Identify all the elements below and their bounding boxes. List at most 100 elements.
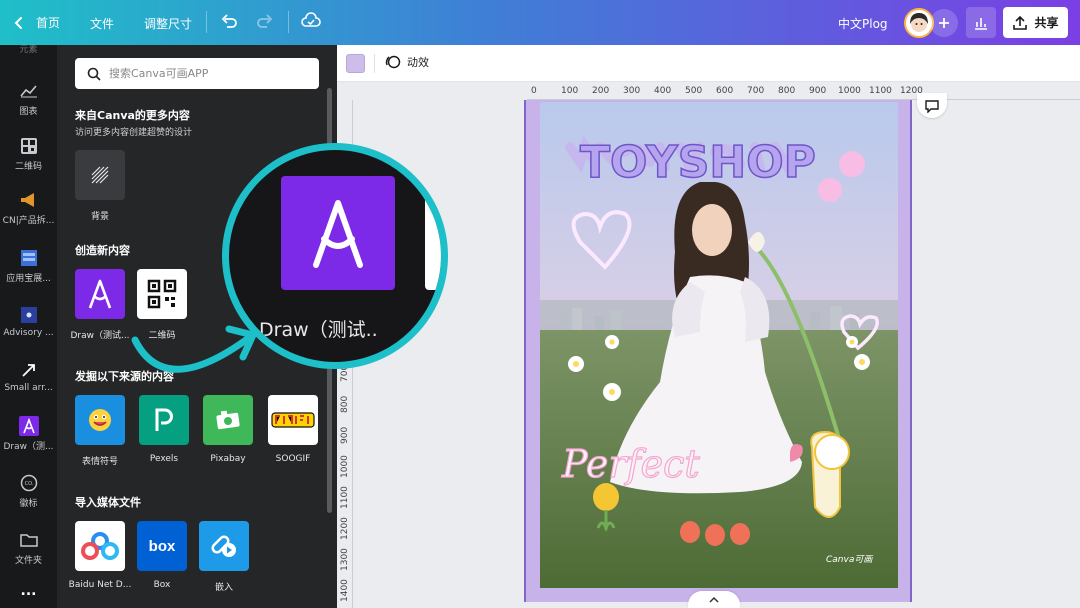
section-title-create: 创造新内容 xyxy=(75,244,130,257)
ruler-tick: 1100 xyxy=(340,486,350,509)
resize-button[interactable]: 调整尺寸 xyxy=(144,15,192,32)
embed-app-label: 嵌入 xyxy=(214,583,233,593)
rail-item-charts[interactable]: 图表 xyxy=(0,81,57,117)
app-icon xyxy=(19,248,39,268)
cloud-check-icon xyxy=(301,12,321,27)
rail-item-label: 文件夹 xyxy=(14,556,42,566)
upload-icon xyxy=(1013,15,1028,30)
soogif-icon xyxy=(271,412,315,428)
ruler-tick: 200 xyxy=(592,86,610,96)
rail-item-folders[interactable]: 文件夹 xyxy=(0,530,57,566)
rail-item-label: 徽标 xyxy=(19,499,38,509)
rail-item-elements-partial[interactable]: 元素 xyxy=(0,42,57,55)
more-apps-label: ... xyxy=(20,583,37,599)
rail-item-advisory[interactable]: Advisory ... xyxy=(0,305,57,338)
baidu-app-tile[interactable] xyxy=(75,521,125,571)
hatch-icon xyxy=(91,166,109,184)
ruler-tick: 1300 xyxy=(340,548,350,571)
side-rail: 元素 图表 二维码 CN|产品拆... 应用宝展... Advisory ...… xyxy=(0,45,57,608)
rail-item-qrcode[interactable]: 二维码 xyxy=(0,136,57,172)
pexels-app-tile[interactable] xyxy=(139,395,189,445)
draw-icon xyxy=(18,416,39,436)
search-input[interactable] xyxy=(109,67,309,80)
animate-icon xyxy=(385,55,401,69)
undo-button[interactable] xyxy=(220,12,238,34)
baidu-cloud-icon xyxy=(81,532,119,560)
avatar-face-icon xyxy=(910,13,928,32)
background-tile[interactable] xyxy=(75,150,125,200)
pexels-icon xyxy=(155,408,173,431)
soogif-app-tile[interactable] xyxy=(268,395,318,445)
page-expand-handle[interactable] xyxy=(688,591,740,608)
box-app-tile[interactable]: box xyxy=(137,521,187,571)
draw-app-tile[interactable] xyxy=(75,269,125,319)
cloud-sync-button[interactable] xyxy=(301,12,321,34)
share-button[interactable]: 共享 xyxy=(1003,7,1068,38)
ruler-tick: 0 xyxy=(531,86,537,96)
arrow-icon xyxy=(19,360,39,380)
section-title-more: 来自Canva的更多内容 xyxy=(75,109,190,122)
ruler-tick: 800 xyxy=(778,86,796,96)
svg-text:CO.: CO. xyxy=(24,481,33,487)
watermark-text: Canva可画 xyxy=(826,555,873,565)
section-title-import: 导入媒体文件 xyxy=(75,496,141,509)
pixabay-icon xyxy=(216,410,240,430)
rail-item-label: Draw（测... xyxy=(3,442,54,452)
file-menu-button[interactable]: 文件 xyxy=(90,15,114,32)
pixabay-app-tile[interactable] xyxy=(203,395,253,445)
rail-item-small-arrows[interactable]: Small arr... xyxy=(0,360,57,393)
home-button[interactable]: 首页 xyxy=(14,14,60,31)
baidu-app-label: Baidu Net D... xyxy=(68,580,132,590)
divider xyxy=(206,11,207,33)
rail-item-logos[interactable]: CO. 徽标 xyxy=(0,473,57,509)
rail-item-cn-product[interactable]: CN|产品拆... xyxy=(0,190,57,226)
section-subtitle-more: 访问更多内容创建超赞的设计 xyxy=(75,128,193,138)
rail-item-app-showcase[interactable]: 应用宝展... xyxy=(0,248,57,284)
more-apps-button[interactable]: ... xyxy=(0,583,57,599)
redo-button[interactable] xyxy=(256,12,274,34)
insights-button[interactable] xyxy=(966,7,996,38)
ruler-tick: 500 xyxy=(685,86,703,96)
qrcode-app-tile[interactable] xyxy=(137,269,187,319)
add-collaborator-button[interactable] xyxy=(930,9,958,37)
ruler-tick: 400 xyxy=(654,86,672,96)
draw-icon xyxy=(88,279,112,309)
chevron-left-icon xyxy=(14,16,22,29)
ruler-tick: 900 xyxy=(340,426,350,444)
emoji-app-tile[interactable] xyxy=(75,395,125,445)
pexels-app-label: Pexels xyxy=(149,454,179,464)
redo-icon xyxy=(257,14,273,28)
rail-item-label: 二维码 xyxy=(14,162,42,172)
ruler-tick: 1000 xyxy=(340,455,350,478)
ruler-tick: 1000 xyxy=(838,86,861,96)
magnifier-callout: Draw（测试.. xyxy=(222,143,448,369)
ruler-tick: 1100 xyxy=(869,86,892,96)
home-label: 首页 xyxy=(36,16,61,30)
advisory-icon xyxy=(19,305,39,325)
draw-icon xyxy=(313,200,363,268)
search-box[interactable] xyxy=(75,58,319,89)
comment-button[interactable] xyxy=(917,93,947,118)
rail-item-label: 图表 xyxy=(19,107,38,117)
undo-icon xyxy=(221,14,237,28)
animate-button[interactable]: 动效 xyxy=(385,54,429,70)
ruler-tick: 100 xyxy=(561,86,579,96)
document-title[interactable]: 中文Plog xyxy=(838,15,888,32)
callout-arrow xyxy=(131,325,257,373)
file-menu-label: 文件 xyxy=(90,17,115,31)
ruler-tick: 700 xyxy=(747,86,765,96)
color-swatch-button[interactable] xyxy=(346,54,365,73)
embed-app-tile[interactable] xyxy=(199,521,249,571)
soogif-app-label: SOOGIF xyxy=(275,454,311,464)
search-icon xyxy=(87,67,101,81)
embed-icon xyxy=(211,535,236,557)
ruler-tick: 800 xyxy=(340,395,350,413)
design-photo[interactable]: TOYSHOP Perfect Canva可画 xyxy=(540,102,898,588)
design-artwork: TOYSHOP Perfect Canva可画 xyxy=(540,102,898,588)
document-title-label: 中文Plog xyxy=(838,17,888,31)
rail-item-draw[interactable]: Draw（测... xyxy=(0,416,57,452)
rail-item-label: 元素 xyxy=(19,45,38,55)
script-text: Perfect xyxy=(561,442,700,486)
chart-icon xyxy=(19,81,39,101)
megaphone-icon xyxy=(19,190,39,210)
